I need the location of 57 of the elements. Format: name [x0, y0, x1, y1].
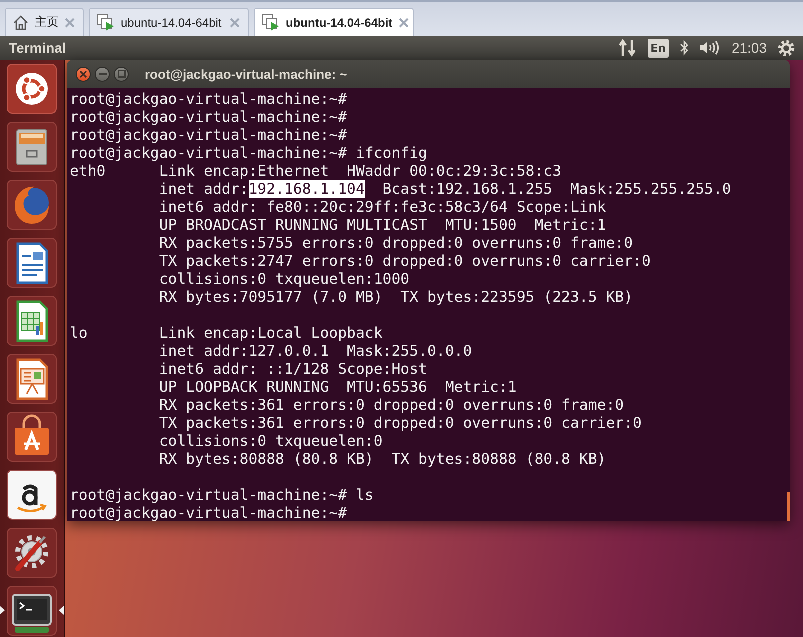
vm-tab[interactable]: ubuntu-14.04-64bit [254, 8, 414, 36]
volume-icon[interactable] [700, 40, 721, 56]
window-title: root@jackgao-virtual-machine: ~ [145, 66, 348, 82]
interface-name: eth0 [70, 162, 106, 180]
spreadsheet-icon[interactable] [7, 296, 57, 346]
selected-text: 192.168.1.104 [248, 180, 365, 198]
prompt-text: root@jackgao-virtual-machine:~# ls [70, 486, 374, 504]
app-title: Terminal [9, 40, 66, 56]
output-text: collisions:0 txqueuelen:1000 [159, 270, 410, 288]
terminal-icon[interactable] [7, 586, 57, 636]
close-icon [80, 70, 87, 78]
prompt-text: root@jackgao-virtual-machine:~# [70, 108, 348, 126]
gear-wrench-icon[interactable] [7, 528, 57, 578]
output-text: RX packets:5755 errors:0 dropped:0 overruns:0 frame:0 [159, 234, 634, 252]
virtual-machine-icon [262, 14, 280, 32]
output-text: inet6 addr: ::1/128 Scope:Host [159, 360, 428, 378]
output-text: TX packets:2747 errors:0 dropped:0 overruns:0 carrier:0 [159, 252, 651, 270]
keyboard-layout-indicator[interactable]: En [648, 38, 669, 58]
shopping-bag-icon[interactable] [7, 412, 57, 462]
document-icon[interactable] [7, 238, 57, 288]
output-text: RX bytes:80888 (80.8 KB) TX bytes:80888 (80.8 KB) [159, 450, 606, 468]
minimize-button[interactable] [95, 66, 110, 82]
output-text: RX bytes:7095177 (7.0 MB) TX bytes:223595 (223.5 KB) [159, 288, 634, 306]
output-text: UP LOOPBACK RUNNING MTU:65536 Metric:1 [159, 378, 517, 396]
maximize-button[interactable] [114, 66, 129, 82]
network-icon[interactable] [618, 39, 637, 57]
output-text: Link encap:Ethernet HWaddr 00:0c:29:3c:58:c3 [159, 162, 562, 180]
vm-tab[interactable]: ubuntu-14.04-64bit [89, 8, 249, 36]
output-text: collisions:0 txqueuelen:0 [159, 432, 383, 450]
output-text: Link encap:Local Loopback [159, 324, 383, 342]
prompt-text: root@jackgao-virtual-machine:~# [70, 90, 348, 108]
bluetooth-icon[interactable] [680, 40, 689, 56]
minimize-icon [98, 73, 106, 75]
gear-icon[interactable] [778, 40, 795, 56]
presentation-icon[interactable] [7, 354, 57, 404]
scrollbar-thumb[interactable] [787, 492, 790, 521]
output-text: TX packets:361 errors:0 dropped:0 overruns:0 carrier:0 [159, 414, 642, 432]
output-text: RX packets:361 errors:0 dropped:0 overruns:0 frame:0 [159, 396, 624, 414]
store-logo-icon[interactable] [7, 470, 57, 520]
output-text: inet6 addr: fe80::20c:29ff:fe3c:58c3/64 Scope:Link [159, 198, 606, 216]
output-text: inet addr: [159, 180, 249, 198]
clock[interactable]: 21:03 [732, 40, 767, 56]
vm-tab[interactable]: 主页 [5, 8, 84, 36]
prompt-text: root@jackgao-virtual-machine:~# [70, 504, 348, 521]
home-icon [13, 14, 29, 30]
prompt-text: root@jackgao-virtual-machine:~# [70, 126, 348, 144]
output-text: UP BROADCAST RUNNING MULTICAST MTU:1500 Metric:1 [159, 216, 606, 234]
interface-name: lo [70, 324, 88, 342]
virtual-machine-icon [97, 14, 115, 32]
output-text: inet addr:127.0.0.1 Mask:255.0.0.0 [159, 342, 472, 360]
dash-logo-icon[interactable] [7, 64, 57, 114]
globe-icon[interactable] [7, 180, 57, 230]
prompt-text: root@jackgao-virtual-machine:~# ifconfig [70, 144, 428, 162]
output-text: Bcast:192.168.1.255 Mask:255.255.255.0 [382, 180, 732, 198]
close-button[interactable] [76, 66, 91, 82]
maximize-icon [118, 70, 126, 78]
file-cabinet-icon[interactable] [7, 122, 57, 172]
